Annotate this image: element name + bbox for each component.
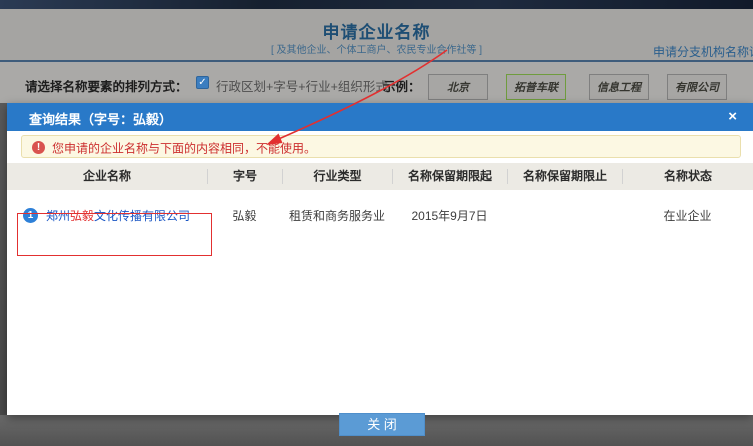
- company-name-highlight: 弘毅: [70, 209, 94, 223]
- branch-name-link[interactable]: 申请分支机构名称请: [653, 43, 753, 60]
- company-name-prefix: 郑州: [46, 209, 70, 223]
- close-icon[interactable]: ×: [728, 107, 737, 127]
- company-name-link[interactable]: 郑州弘毅文化传播有限公司: [46, 209, 190, 223]
- warning-text: 您申请的企业名称与下面的内容相同，不能使用。: [52, 141, 316, 155]
- cell-company-name: 1 郑州弘毅文化传播有限公司: [7, 207, 207, 224]
- row-index-badge: 1: [23, 208, 38, 223]
- example-label: 示例：: [383, 76, 421, 95]
- page: 申请企业名称 [ 及其他企业、个体工商户、农民专业合作社等 ] 申请分支机构名称…: [0, 0, 753, 446]
- arrangement-label: 请选择名称要素的排列方式：: [25, 76, 188, 95]
- col-tradename: 字号: [207, 169, 282, 184]
- backdrop-left: [0, 103, 7, 446]
- col-reserve-start: 名称保留期限起: [392, 169, 507, 184]
- warning-icon: !: [32, 141, 45, 154]
- arrangement-option-label: 行政区划+字号+行业+组织形式: [216, 76, 388, 95]
- warning-banner: ! 您申请的企业名称与下面的内容相同，不能使用。: [21, 135, 741, 158]
- cell-reserve-start: 2015年9月7日: [392, 207, 507, 224]
- top-navy-bar: [0, 0, 753, 9]
- page-header: 申请企业名称 [ 及其他企业、个体工商户、农民专业合作社等 ] 申请分支机构名称…: [0, 9, 753, 62]
- example-box-orgform: 有限公司: [667, 74, 727, 100]
- cell-tradename: 弘毅: [207, 207, 282, 224]
- col-industry: 行业类型: [282, 169, 392, 184]
- example-box-region: 北京: [428, 74, 488, 100]
- cell-status: 在业企业: [622, 207, 753, 224]
- cell-industry: 租赁和商务服务业: [282, 207, 392, 224]
- page-subtitle: [ 及其他企业、个体工商户、农民专业合作社等 ]: [0, 41, 753, 56]
- col-status: 名称状态: [622, 169, 753, 184]
- query-result-dialog: 查询结果（字号：弘毅） × ! 您申请的企业名称与下面的内容相同，不能使用。 企业…: [7, 103, 753, 415]
- dialog-title: 查询结果（字号：弘毅）: [29, 109, 172, 128]
- col-reserve-end: 名称保留期限止: [507, 169, 622, 184]
- company-name-suffix: 文化传播有限公司: [94, 209, 190, 223]
- col-company-name: 企业名称: [7, 169, 207, 184]
- close-button[interactable]: 关 闭: [339, 413, 425, 436]
- dialog-header: 查询结果（字号：弘毅） ×: [7, 103, 753, 131]
- example-box-tradename: 拓普车联: [506, 74, 566, 100]
- name-arrangement-toolbar: 请选择名称要素的排列方式： ✓ 行政区划+字号+行业+组织形式 示例： 北京 拓…: [0, 64, 753, 103]
- page-title: 申请企业名称: [0, 18, 753, 43]
- results-table-header: 企业名称 字号 行业类型 名称保留期限起 名称保留期限止 名称状态: [7, 163, 753, 190]
- arrangement-checkbox[interactable]: ✓: [196, 76, 209, 89]
- table-row: 1郑州弘毅文化传播有限公司 弘毅 租赁和商务服务业 2015年9月7日 在业企业: [7, 190, 753, 240]
- example-box-industry: 信息工程: [589, 74, 649, 100]
- dialog-body: ! 您申请的企业名称与下面的内容相同，不能使用。 企业名称 字号 行业类型 名称保…: [7, 131, 753, 415]
